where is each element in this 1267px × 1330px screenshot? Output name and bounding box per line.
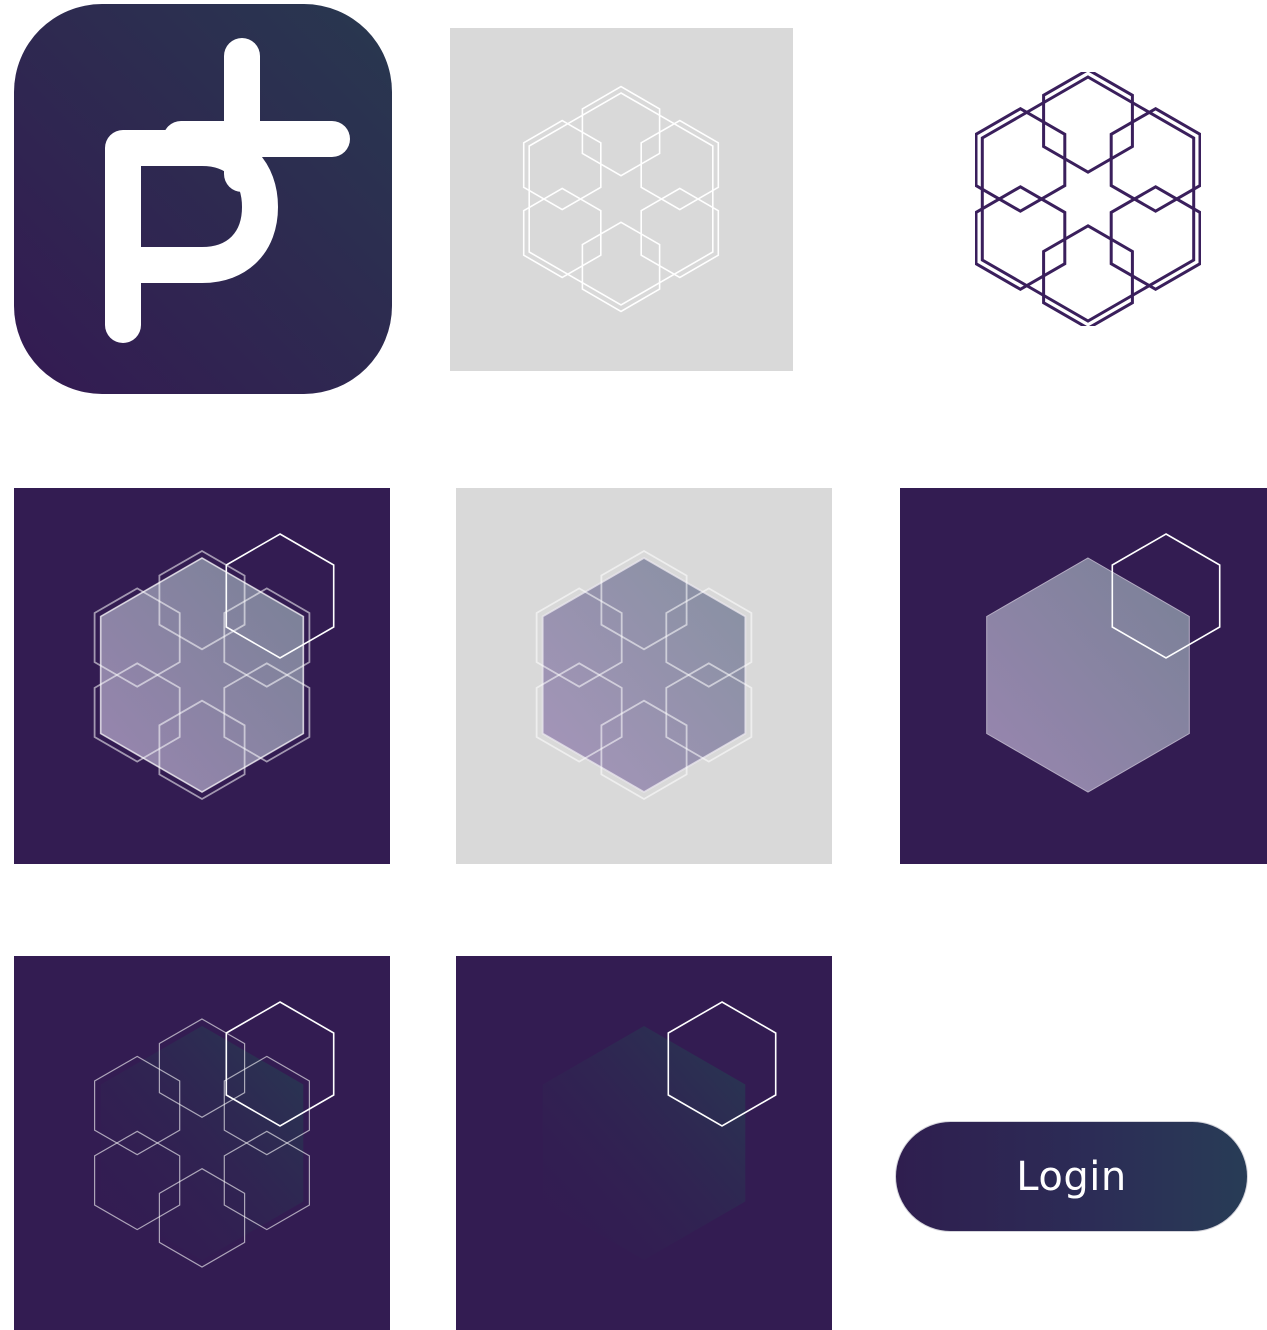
- hexagon-pattern-gray-tile: [450, 28, 793, 371]
- petal-hexagon-shape: [1109, 185, 1201, 292]
- hexagon-pattern-outline-icon: [975, 72, 1201, 326]
- outline-hexagon-pattern-dark-tile: [14, 956, 390, 1330]
- hexagon-flower-pattern: [975, 72, 1201, 326]
- petal-hexagon-shape: [1109, 106, 1201, 213]
- petal-hexagon-shape: [975, 106, 1067, 213]
- petal-hexagon-shape: [975, 185, 1067, 292]
- login-button[interactable]: Login: [895, 1121, 1248, 1232]
- frosted-hexagon-plain-tile: [900, 488, 1267, 864]
- petal-hexagon-shape: [1042, 224, 1134, 326]
- frosted-hexagon-pattern-tile: [14, 488, 390, 864]
- gradient-hexagon-dark-tile: [456, 956, 832, 1330]
- app-logo-icon: [14, 4, 392, 394]
- frosted-hexagon-pattern-gray-tile: [456, 488, 832, 864]
- login-button-label: Login: [1016, 1153, 1127, 1200]
- petal-hexagon-shape: [1042, 72, 1134, 174]
